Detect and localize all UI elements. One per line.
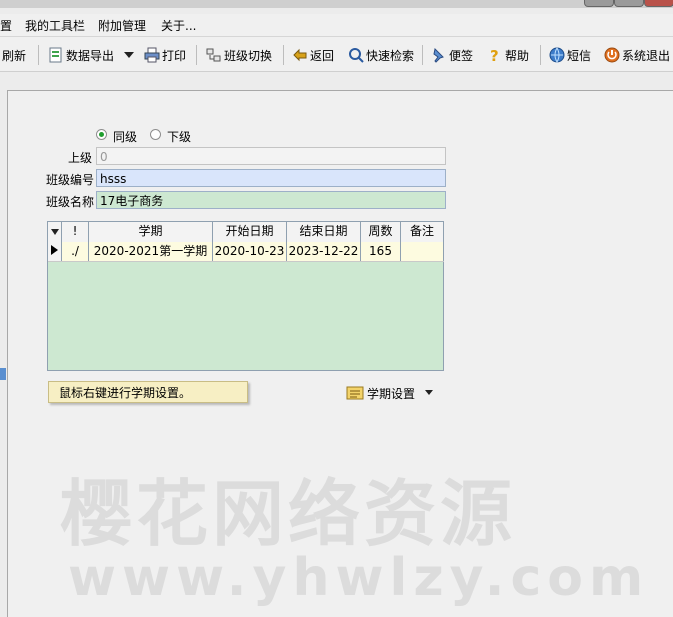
menu-about[interactable]: 关于...	[161, 17, 196, 34]
watermark-title: 樱花网络资源	[60, 472, 517, 556]
term-settings-button[interactable]: 学期设置	[346, 383, 434, 403]
grid-col-term[interactable]: 学期	[89, 222, 213, 242]
radio-same-level-label: 同级	[113, 130, 138, 144]
chevron-down-icon	[124, 52, 134, 58]
splitter-handle[interactable]	[0, 368, 6, 380]
menu-my-toolbar[interactable]: 我的工具栏	[25, 17, 85, 34]
search-icon	[349, 48, 364, 63]
term-grid[interactable]: ! 学期 开始日期 结束日期 周数 备注 ./ 2020-2021第一学期 20…	[47, 221, 444, 371]
hint-tooltip: 鼠标右键进行学期设置。	[48, 381, 248, 403]
toolbar-separator	[540, 45, 541, 65]
row-end: 2023-12-22	[287, 242, 361, 261]
row-note	[401, 242, 444, 261]
chevron-down-icon	[50, 229, 59, 235]
help-icon: ?	[490, 47, 499, 63]
export-dropdown[interactable]	[124, 45, 134, 65]
power-icon	[604, 47, 620, 63]
grid-col-note[interactable]: 备注	[401, 222, 444, 242]
quick-search-button[interactable]: 快速检索	[348, 45, 414, 65]
row-flag: ./	[62, 242, 89, 261]
grid-col-start[interactable]: 开始日期	[213, 222, 287, 242]
settings-list-icon	[346, 386, 364, 400]
globe-icon	[549, 47, 565, 63]
class-name-input[interactable]: 17电子商务	[96, 191, 446, 209]
exit-label: 系统退出	[622, 48, 671, 63]
watermark-url: www.yhwlzy.com	[68, 548, 650, 608]
radio-same-level[interactable]	[96, 129, 107, 140]
export-label: 数据导出	[66, 48, 115, 63]
chevron-down-icon[interactable]	[425, 390, 434, 396]
back-label: 返回	[310, 48, 335, 63]
toolbar-separator	[196, 45, 197, 65]
table-row[interactable]: ./ 2020-2021第一学期 2020-10-23 2023-12-22 1…	[48, 242, 444, 262]
grid-col-flag[interactable]: !	[62, 222, 89, 242]
back-arrow-icon	[293, 48, 307, 62]
name-label: 班级名称	[46, 195, 95, 209]
help-button[interactable]: ? 帮助	[487, 45, 529, 65]
note-button[interactable]: 便签	[431, 45, 473, 65]
minimize-button[interactable]	[584, 0, 614, 7]
code-label: 班级编号	[46, 173, 95, 187]
toolbar-separator	[283, 45, 284, 65]
menu-settings[interactable]: 置	[0, 17, 12, 34]
maximize-button[interactable]	[614, 0, 644, 7]
switch-class-label: 班级切换	[224, 48, 273, 63]
toolbar-separator	[422, 45, 423, 65]
switch-icon	[206, 48, 221, 62]
refresh-label: 刷新	[2, 48, 27, 63]
sms-button[interactable]: 短信	[549, 45, 591, 65]
help-label: 帮助	[505, 48, 530, 63]
close-button[interactable]	[644, 0, 673, 7]
grid-header: ! 学期 开始日期 结束日期 周数 备注	[48, 222, 444, 243]
menu-bar: 置 我的工具栏 附加管理 关于...	[0, 14, 673, 37]
toolbar-separator	[38, 45, 39, 65]
print-button[interactable]: 打印	[144, 45, 186, 65]
row-start: 2020-10-23	[213, 242, 287, 261]
parent-label: 上级	[68, 151, 93, 165]
print-label: 打印	[162, 48, 187, 63]
row-indicator	[48, 242, 62, 261]
quick-search-label: 快速检索	[366, 48, 415, 63]
parent-field[interactable]: 0	[96, 147, 446, 165]
row-term: 2020-2021第一学期	[89, 242, 213, 261]
radio-lower-level-label: 下级	[167, 130, 192, 144]
export-icon	[49, 47, 62, 63]
refresh-button[interactable]: 刷新	[2, 45, 26, 65]
back-button[interactable]: 返回	[292, 45, 334, 65]
radio-lower-level[interactable]	[150, 129, 161, 140]
window-top-strip	[0, 0, 673, 8]
term-settings-label: 学期设置	[367, 386, 416, 401]
toolbar: 刷新 数据导出 打印 班级切换 返回 快速检索 便签 ? 帮助 短信 系统退出	[0, 37, 673, 72]
note-label: 便签	[449, 48, 474, 63]
class-code-input[interactable]: hsss	[96, 169, 446, 187]
row-weeks: 165	[361, 242, 401, 261]
grid-col-end[interactable]: 结束日期	[287, 222, 361, 242]
exit-button[interactable]: 系统退出	[604, 45, 670, 65]
switch-class-button[interactable]: 班级切换	[206, 45, 272, 65]
export-button[interactable]: 数据导出	[48, 45, 114, 65]
grid-col-weeks[interactable]: 周数	[361, 222, 401, 242]
menu-addon-manage[interactable]: 附加管理	[98, 17, 146, 34]
printer-icon	[144, 47, 160, 63]
sms-label: 短信	[567, 48, 592, 63]
row-pointer-icon	[51, 245, 58, 255]
grid-header-menu[interactable]	[48, 222, 62, 242]
svg-text:?: ?	[490, 47, 499, 63]
pin-icon	[433, 47, 444, 63]
